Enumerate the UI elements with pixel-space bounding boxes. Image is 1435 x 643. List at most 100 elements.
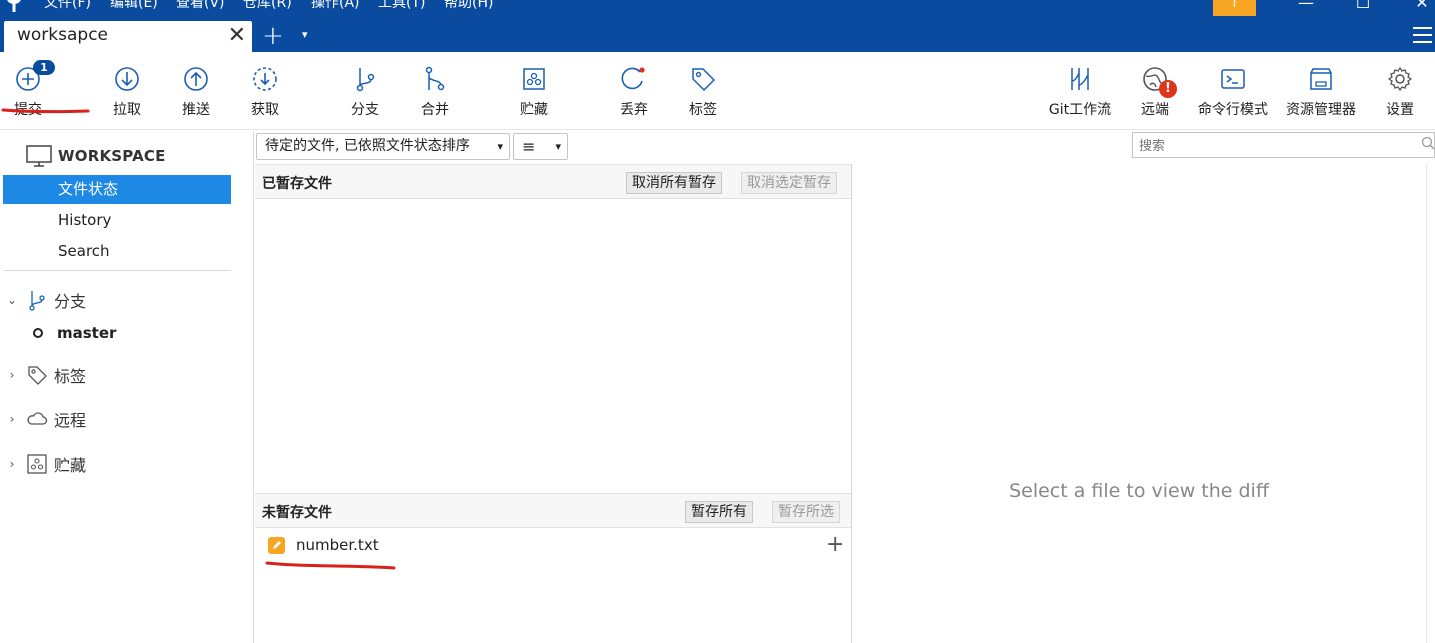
unstaged-title: 未暂存文件	[262, 505, 332, 521]
stash-label: 贮藏	[520, 102, 548, 118]
tags-label: 标签	[54, 367, 87, 386]
sidebar-divider	[3, 270, 231, 271]
workspace-title: WORKSPACE	[58, 147, 166, 165]
settings-label: 设置	[1386, 102, 1414, 118]
annotation-underline-commit	[1, 108, 90, 114]
fetch-button[interactable]: 获取	[235, 52, 295, 124]
branch-icon	[29, 291, 45, 311]
menu-edit[interactable]: 编辑(E)	[110, 0, 158, 14]
close-window-button[interactable]: ✕	[1402, 0, 1435, 16]
cloud-icon	[27, 412, 48, 425]
sort-mode-select[interactable]: 待定的文件, 已依照文件状态排序 ▾	[256, 133, 510, 160]
chevron-down-icon: ▾	[497, 140, 503, 153]
explorer-folder-icon	[1310, 68, 1332, 90]
tab-list-dropdown[interactable]: ▾	[302, 28, 308, 41]
branches-label: 分支	[54, 292, 87, 311]
modified-file-icon	[268, 537, 285, 554]
chevron-right-icon: ›	[9, 368, 15, 382]
merge-button[interactable]: 合并	[405, 52, 465, 124]
current-branch-dot-icon	[33, 328, 43, 338]
fetch-dashed-circle-icon	[253, 67, 277, 91]
discard-undo-icon	[621, 67, 645, 90]
search-icon	[1421, 136, 1435, 150]
sort-mode-value: 待定的文件, 已依照文件状态排序	[265, 138, 470, 154]
title-bar: 文件(F) 编辑(E) 查看(V) 仓库(R) 操作(A) 工具(T) 帮助(H…	[0, 0, 1435, 52]
fetch-label: 获取	[251, 102, 279, 118]
sidebar-group-stashes[interactable]: › 贮藏	[6, 449, 86, 479]
unstage-selected-button[interactable]: 取消选定暂存	[741, 172, 837, 194]
explorer-button[interactable]: 资源管理器	[1286, 52, 1356, 124]
new-tab-button[interactable]: +	[262, 22, 284, 50]
chevron-right-icon: ›	[9, 457, 15, 471]
sidebar-group-tags[interactable]: › 标签	[6, 360, 86, 390]
annotation-underline-file	[265, 561, 396, 570]
chevron-right-icon: ›	[9, 412, 15, 426]
menu-tools[interactable]: 工具(T)	[378, 0, 425, 14]
sidebar-item-history[interactable]: History	[3, 206, 231, 235]
branch-name: master	[57, 324, 117, 342]
minimize-button[interactable]: —	[1286, 0, 1326, 16]
menu-view[interactable]: 查看(V)	[176, 0, 225, 14]
arrow-up-circle-icon	[184, 67, 208, 91]
tab-close-button[interactable]: ✕	[228, 24, 246, 48]
view-mode-select[interactable]: ≡ ▾	[513, 133, 568, 160]
stage-all-button[interactable]: 暂存所有	[685, 501, 753, 523]
stage-selected-button[interactable]: 暂存所选	[772, 501, 840, 523]
tag-icon	[28, 366, 47, 385]
terminal-icon	[1221, 69, 1245, 89]
file-name: number.txt	[296, 536, 379, 554]
menu-help[interactable]: 帮助(H)	[444, 0, 493, 14]
staged-file-list	[255, 199, 851, 492]
chevron-down-icon: ⌄	[6, 293, 18, 307]
diff-viewer: Select a file to view the diff	[852, 164, 1426, 643]
hamburger-menu-icon[interactable]	[1413, 27, 1432, 43]
gear-icon	[1387, 66, 1413, 92]
maximize-button[interactable]: ☐	[1343, 0, 1383, 16]
update-available-button[interactable]: ↑	[1213, 0, 1256, 16]
stash-box-icon	[27, 454, 47, 474]
repo-tab-worksapce[interactable]: worksapce ✕	[4, 21, 252, 52]
git-flow-icon	[1071, 68, 1089, 90]
sidebar: WORKSPACE 文件状态 History Search ⌄ 分支 maste…	[0, 131, 254, 643]
commit-count-badge: 1	[33, 60, 55, 75]
branch-icon	[356, 68, 375, 92]
merge-icon	[425, 66, 445, 91]
staged-title: 已暂存文件	[262, 176, 332, 192]
tag-icon	[692, 68, 716, 92]
sidebar-item-file-status[interactable]: 文件状态	[3, 175, 231, 204]
git-flow-button[interactable]: Git工作流	[1049, 52, 1111, 124]
chevron-down-icon: ▾	[555, 140, 561, 153]
remote-alert-badge: !	[1159, 80, 1177, 98]
main-toolbar: 1 提交 拉取 推送 获取 分支 合并 贮藏 丢弃 标签 Git工作流 远端 命…	[0, 52, 1435, 130]
menu-file[interactable]: 文件(F)	[44, 0, 91, 14]
stashes-label: 贮藏	[54, 456, 87, 475]
workspace-header: WORKSPACE	[26, 143, 166, 169]
stage-file-plus-icon[interactable]: +	[826, 532, 844, 558]
settings-button[interactable]: 设置	[1370, 52, 1430, 124]
menu-repository[interactable]: 仓库(R)	[243, 0, 292, 14]
tag-label: 标签	[689, 102, 717, 118]
sidebar-group-remotes[interactable]: › 远程	[6, 404, 86, 434]
staged-panel-header: 已暂存文件 取消所有暂存 取消选定暂存	[255, 164, 851, 199]
sidebar-group-branches[interactable]: ⌄ 分支	[6, 285, 86, 315]
search-input[interactable]	[1132, 132, 1435, 158]
arrow-down-circle-icon	[115, 67, 139, 91]
unstage-all-button[interactable]: 取消所有暂存	[626, 172, 722, 194]
stash-button[interactable]: 贮藏	[504, 52, 564, 124]
sourcetree-logo-icon	[7, 0, 21, 12]
merge-label: 合并	[421, 102, 449, 118]
terminal-label: 命令行模式	[1198, 102, 1268, 118]
diff-placeholder: Select a file to view the diff	[1009, 480, 1269, 502]
list-icon: ≡	[522, 137, 536, 156]
branch-item-master[interactable]: master	[33, 324, 116, 342]
stash-box-icon	[523, 68, 545, 90]
tag-button[interactable]: 标签	[673, 52, 733, 124]
menu-actions[interactable]: 操作(A)	[311, 0, 360, 14]
diff-scrollbar[interactable]	[1426, 164, 1435, 643]
sidebar-item-search[interactable]: Search	[3, 237, 231, 266]
repo-tab-label: worksapce	[17, 25, 109, 45]
file-row[interactable]: number.txt +	[255, 532, 851, 559]
remotes-label: 远程	[54, 411, 87, 430]
unstaged-panel-header: 未暂存文件 暂存所有 暂存所选	[255, 493, 851, 528]
terminal-button[interactable]: 命令行模式	[1198, 52, 1268, 124]
